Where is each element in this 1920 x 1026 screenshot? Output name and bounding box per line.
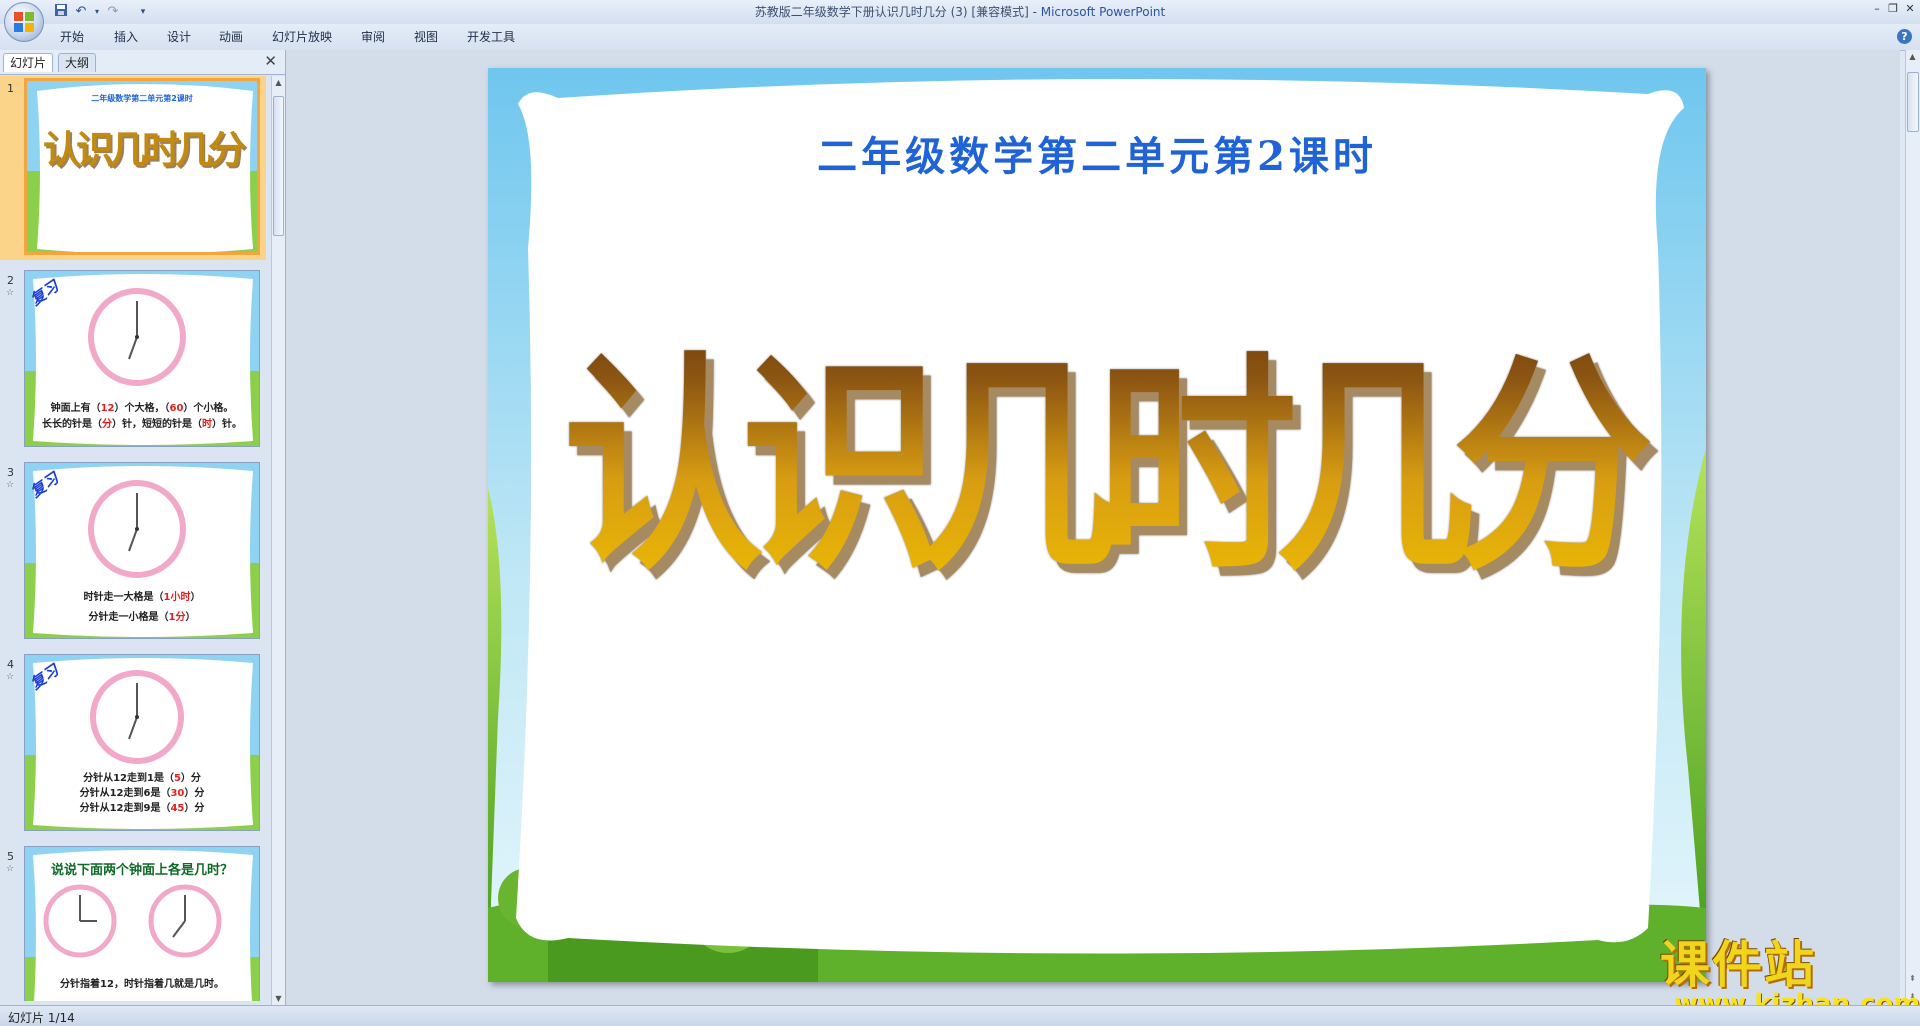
thumbnail-subtitle: 二年级数学第二单元第2课时 <box>91 94 193 103</box>
thumbnail-scrollbar[interactable]: ▲ ▼ <box>271 76 285 1005</box>
ribbon-tabs: 开始 插入 设计 动画 幻灯片放映 审阅 视图 开发工具 ? <box>0 24 1920 51</box>
slide-number: 2 <box>7 274 14 287</box>
tab-outline[interactable]: 大纲 <box>58 53 97 72</box>
slide-thumbnail-3[interactable]: 3 ☆ 复习 时针走一大格是（1小时） 分针走一小格是（1分） <box>0 462 270 642</box>
scroll-up-icon[interactable]: ▲ <box>1906 52 1919 61</box>
slide-editor-canvas: 二年级数学第二单元第2课时 认识几时几分 <box>286 50 1900 1005</box>
scroll-thumb[interactable] <box>1907 72 1919 132</box>
thumbnail-line: 钟面上有（12）个大格，（60）个小格。 <box>50 403 234 414</box>
tab-review[interactable]: 审阅 <box>361 28 385 45</box>
thumbnail-line: 分针从12走到6是（30）分 <box>79 788 205 799</box>
thumbnail-list: 1 二年级数学第二单元第2课时 认识几时几分 2 ☆ 复习 钟面上有（12）个大… <box>0 76 270 1001</box>
thumbnail-title: 说说下面两个钟面上各是几时？ <box>50 863 233 878</box>
current-slide[interactable]: 二年级数学第二单元第2课时 认识几时几分 <box>488 68 1706 982</box>
minimize-button[interactable]: – <box>1870 2 1884 15</box>
tab-design[interactable]: 设计 <box>167 28 191 45</box>
customize-toolbar-icon[interactable]: ▾ <box>134 3 152 21</box>
thumbnail-line: 分针从12走到9是（45）分 <box>79 803 205 814</box>
animation-star-icon: ☆ <box>6 864 15 874</box>
animation-star-icon: ☆ <box>6 288 15 298</box>
help-icon[interactable]: ? <box>1897 29 1912 44</box>
thumbnail-canvas: 复习 时针走一大格是（1小时） 分针走一小格是（1分） <box>24 462 260 639</box>
tab-slides[interactable]: 幻灯片 <box>3 53 54 72</box>
slide-number: 5 <box>7 850 14 863</box>
slide-counter: 幻灯片 1/14 <box>8 1011 75 1025</box>
scroll-up-icon[interactable]: ▲ <box>272 78 285 87</box>
thumbnail-title: 认识几时几分 <box>42 128 246 172</box>
pane-close-icon[interactable]: ✕ <box>264 52 277 70</box>
slide-thumbnail-2[interactable]: 2 ☆ 复习 钟面上有（12）个大格，（60）个小格。 长长的针是（分）针，短短… <box>0 270 270 450</box>
thumbnail-line: 长长的针是（分）针，短短的针是（时）针。 <box>42 419 242 430</box>
thumbnail-line: 时针走一大格是（1小时） <box>83 592 201 603</box>
tab-home[interactable]: 开始 <box>60 28 84 45</box>
scroll-down-icon[interactable]: ▼ <box>272 994 285 1003</box>
window-title: 苏教版二年级数学下册认识几时几分 (3) [兼容模式] - Microsoft … <box>754 5 1166 19</box>
tab-view[interactable]: 视图 <box>414 28 438 45</box>
slide-thumbnail-1[interactable]: 1 二年级数学第二单元第2课时 认识几时几分 <box>0 76 270 260</box>
redo-icon[interactable]: ↷ <box>104 3 122 21</box>
thumbnail-line: 分针走一小格是（1分） <box>88 612 196 623</box>
slide-number: 1 <box>7 82 14 95</box>
office-button[interactable] <box>4 2 44 42</box>
thumbnail-line: 分针从12走到1是（5）分 <box>83 773 201 784</box>
restore-button[interactable]: ❐ <box>1886 2 1900 15</box>
slide-title[interactable]: 认识几时几分 <box>488 280 1706 614</box>
tab-insert[interactable]: 插入 <box>114 28 138 45</box>
thumbnail-line: 分针指着12，时针指着几就是几时。 <box>60 979 224 990</box>
slide-number: 3 <box>7 466 14 479</box>
thumbnail-canvas: 说说下面两个钟面上各是几时？ 分针指着12，时针指着几就是几时。 <box>24 846 260 1001</box>
slide-thumbnail-4[interactable]: 4 ☆ 复习 分针从12走到1是（5）分 分针从12走到6是（30）分 分针从1… <box>0 654 270 834</box>
title-bar: 苏教版二年级数学下册认识几时几分 (3) [兼容模式] - Microsoft … <box>0 0 1920 25</box>
editor-scrollbar[interactable]: ▲ ⇞ ⇟ <box>1905 50 1920 1005</box>
thumbnail-canvas: 复习 钟面上有（12）个大格，（60）个小格。 长长的针是（分）针，短短的针是（… <box>24 270 260 447</box>
pane-tabs: 幻灯片 大纲 ✕ <box>0 50 285 75</box>
office-logo-icon <box>14 12 34 32</box>
animation-star-icon: ☆ <box>6 672 15 682</box>
tab-animation[interactable]: 动画 <box>219 28 243 45</box>
tab-developer[interactable]: 开发工具 <box>467 28 515 45</box>
slide-subtitle[interactable]: 二年级数学第二单元第2课时 <box>488 124 1706 182</box>
close-button[interactable]: ✕ <box>1903 2 1917 15</box>
slide-thumbnail-5[interactable]: 5 ☆ 说说下面两个钟面上各是几时？ 分针指着12，时针指着几就是几时。 <box>0 846 270 1001</box>
tab-slideshow[interactable]: 幻灯片放映 <box>272 28 332 45</box>
status-bar: 幻灯片 1/14 <box>0 1005 1920 1026</box>
thumbnail-canvas: 二年级数学第二单元第2课时 认识几时几分 <box>24 78 260 255</box>
save-icon[interactable] <box>52 3 70 21</box>
animation-star-icon: ☆ <box>6 480 15 490</box>
thumbnail-canvas: 复习 分针从12走到1是（5）分 分针从12走到6是（30）分 分针从12走到9… <box>24 654 260 831</box>
slides-pane: 幻灯片 大纲 ✕ 1 二年级数学第二单元第2课时 认识几时几分 2 ☆ 复习 钟… <box>0 50 286 1005</box>
slide-number: 4 <box>7 658 14 671</box>
scroll-thumb[interactable] <box>273 96 284 236</box>
